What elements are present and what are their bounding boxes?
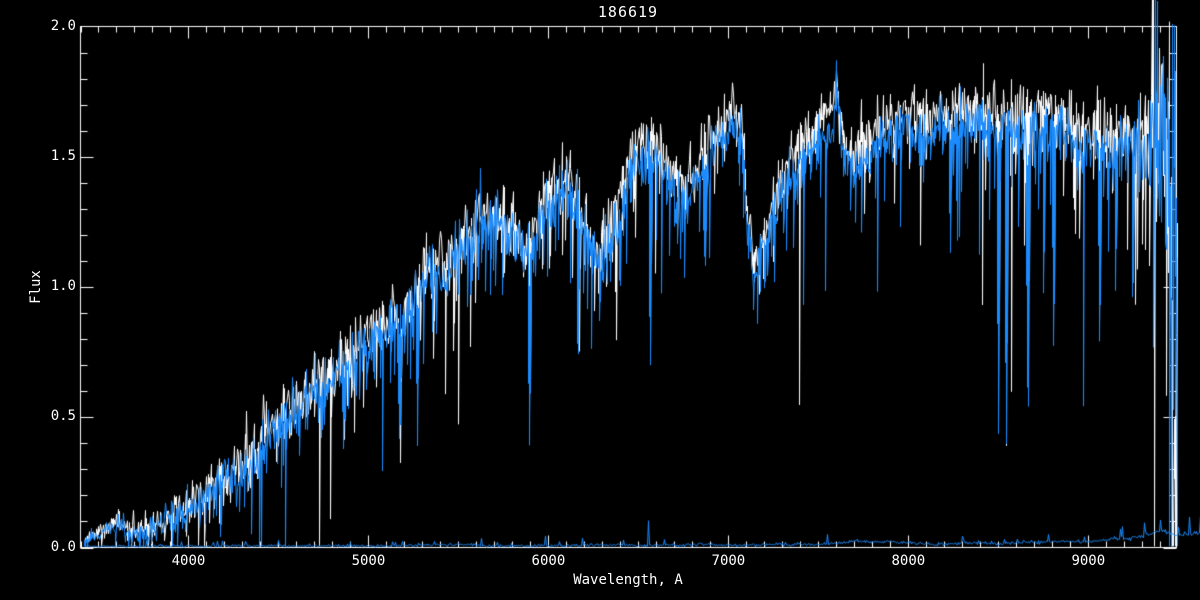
y-tick-label: 0.5 [30,408,76,424]
x-tick-label: 8000 [872,553,944,569]
spectrum-plot-canvas [0,0,1200,600]
y-tick-label: 1.5 [30,148,76,164]
x-tick-label: 6000 [512,553,584,569]
x-tick-label: 5000 [332,553,404,569]
x-tick-label: 9000 [1052,553,1124,569]
x-tick-label: 4000 [152,553,224,569]
spectrum-figure: 186619 Wavelength, A Flux 40005000600070… [0,0,1200,600]
plot-title: 186619 [28,3,1200,21]
x-axis-label: Wavelength, A [28,572,1200,588]
y-tick-label: 1.0 [30,278,76,294]
y-tick-label: 2.0 [30,18,76,34]
y-tick-label: 0.0 [30,539,76,555]
x-tick-label: 7000 [692,553,764,569]
